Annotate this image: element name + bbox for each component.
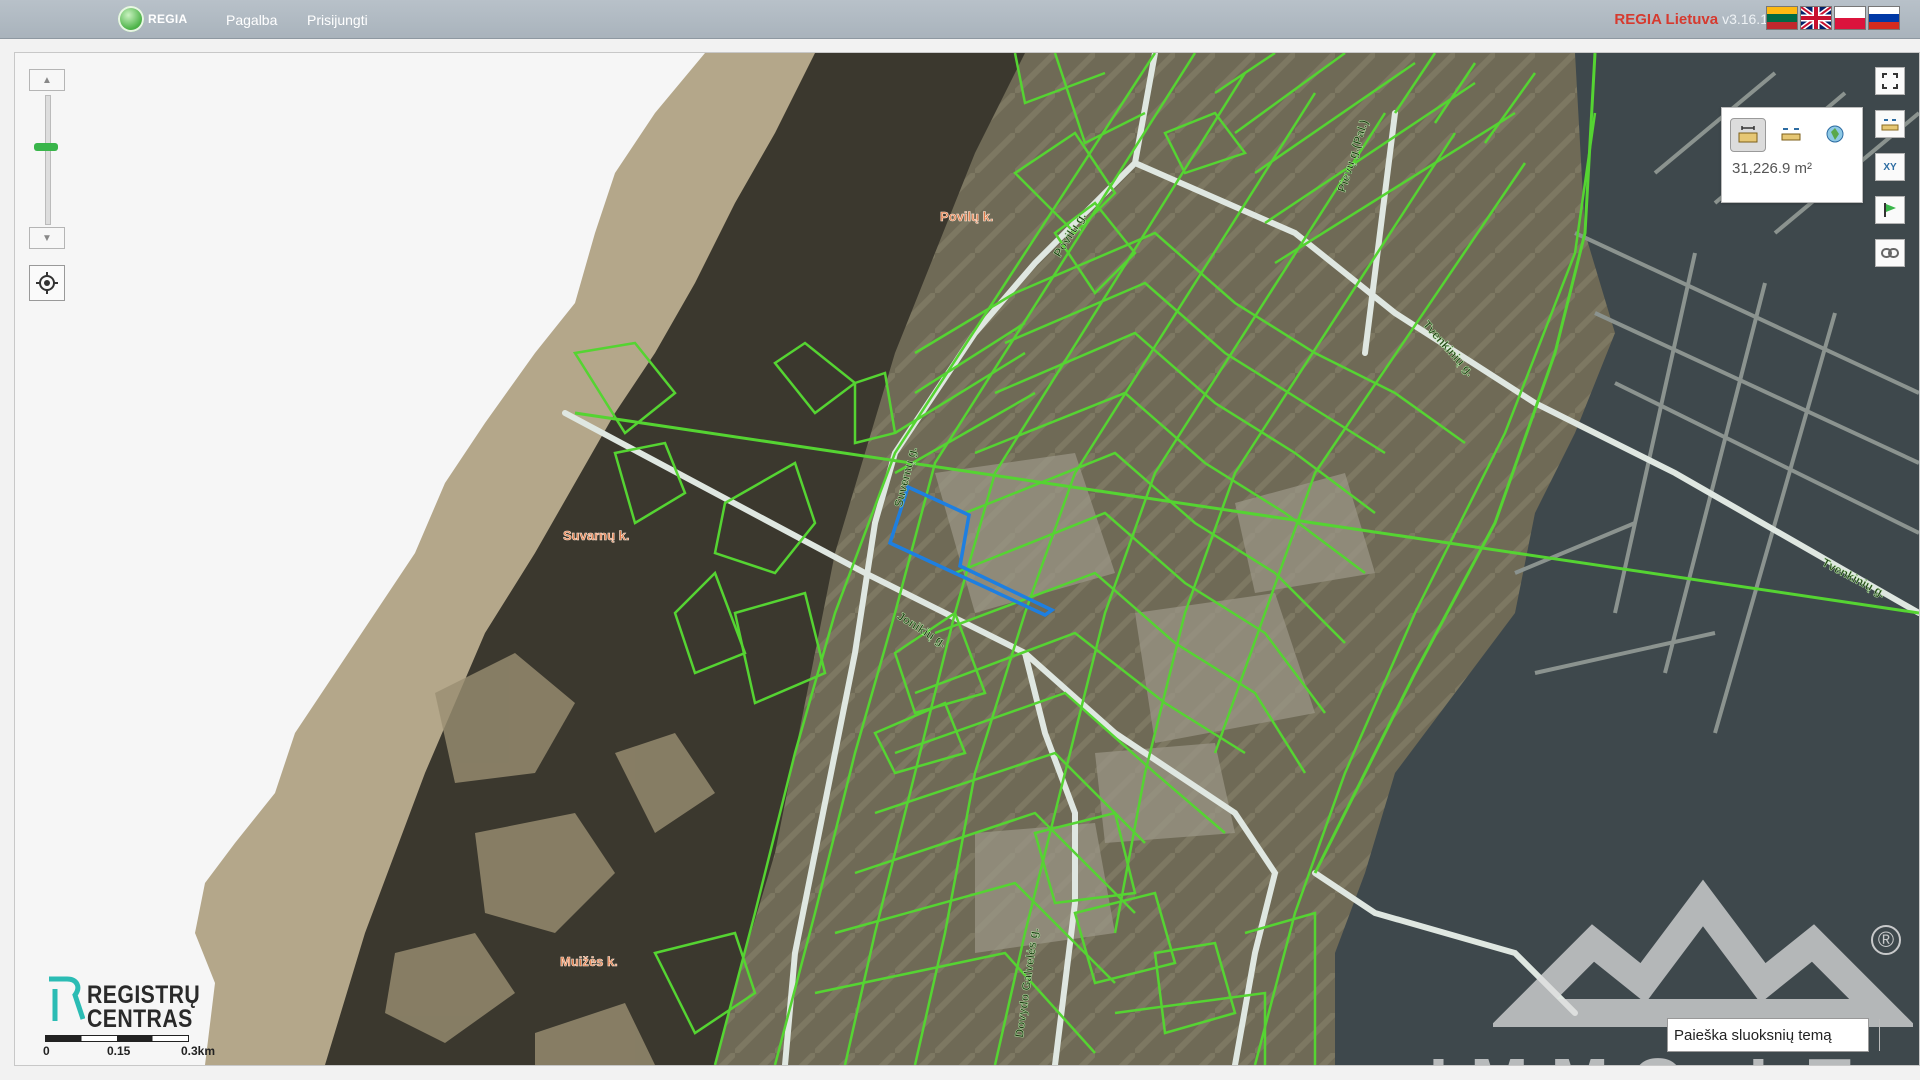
zoom-control: ▲ ▼ [29,69,65,249]
scale-tick-0: 0 [43,1044,50,1058]
layer-search-button[interactable] [1879,1019,1880,1051]
location-measure-icon [1826,125,1844,143]
scale-tick-1: 0.15 [107,1044,131,1058]
measure-panel: 31,226.9 m² [1721,107,1863,203]
flag-ru-icon[interactable] [1868,6,1900,30]
flag-lt-icon[interactable] [1766,6,1798,30]
measure-value: 31,226.9 m² [1732,160,1813,177]
zoom-in-button[interactable]: ▲ [29,69,65,91]
registru-centras-line-1: REGISTRŲ [87,981,201,1009]
regia-logo-icon [118,6,144,32]
layer-search-input[interactable] [1668,1019,1879,1051]
flag-en-icon[interactable] [1800,6,1832,30]
link-button[interactable] [1875,239,1905,267]
aerial-map[interactable]: Povilų k. Suvarnų k. Muižės k. Povilų g.… [15,53,1919,1065]
flag-pl-icon[interactable] [1834,6,1866,30]
fullscreen-button[interactable] [1875,67,1905,95]
registru-centras-logo-icon [49,976,86,1021]
locate-button[interactable] [29,265,65,301]
coordinates-button[interactable]: XY [1875,153,1905,181]
nav-help-link[interactable]: Pagalba [226,12,277,28]
flag-button[interactable] [1875,196,1905,224]
registru-centras-text: REGISTRŲ CENTRAS [87,981,201,1033]
crosshair-icon [36,272,58,294]
nav-login-link[interactable]: Prisijungti [307,12,368,28]
brand-title: REGIA Lietuva v3.16.1 [1614,11,1768,28]
regia-logo-text: REGIA [148,12,188,26]
measure-toggle-icon [1881,119,1899,131]
zoom-slider-thumb[interactable] [34,143,58,151]
top-bar: REGIA Pagalba Prisijungti REGIA Lietuva v… [0,0,1920,39]
area-measure-icon [1738,126,1758,143]
fullscreen-icon [1882,73,1898,89]
place-label-suvarnu: Suvarnų k. [563,528,629,543]
layer-search[interactable] [1667,1018,1880,1052]
measure-toggle-button[interactable] [1875,110,1905,138]
area-measure-button[interactable] [1730,118,1766,152]
location-measure-button[interactable] [1818,118,1852,150]
coordinates-icon: XY [1883,161,1897,173]
zoom-out-button[interactable]: ▼ [29,227,65,249]
registru-centras-line-2: CENTRAS [87,1005,193,1033]
zoom-track[interactable] [45,95,51,225]
flag-icon [1884,203,1896,217]
distance-measure-button[interactable] [1774,118,1808,150]
scale-tick-2: 0.3km [181,1044,216,1058]
brand-name: REGIA Lietuva [1614,11,1719,28]
scale-bar: 0 0.15 0.3km [43,1031,216,1061]
map-viewport[interactable]: Povilų k. Suvarnų k. Muižės k. Povilų g.… [14,52,1920,1066]
link-icon [1881,248,1899,258]
place-label-muizes: Muižės k. [560,954,618,969]
registru-centras-logo: REGISTRŲ CENTRAS [45,975,200,1032]
regia-logo[interactable]: REGIA [118,6,188,32]
place-label-poviliu: Povilų k. [940,209,993,224]
distance-measure-icon [1781,128,1801,141]
brand-version: v3.16.1 [1722,11,1768,27]
scale-bar-graphic [45,1035,189,1042]
immo-registered-mark: ® [1871,925,1901,955]
map-tools: XY [1875,67,1905,282]
